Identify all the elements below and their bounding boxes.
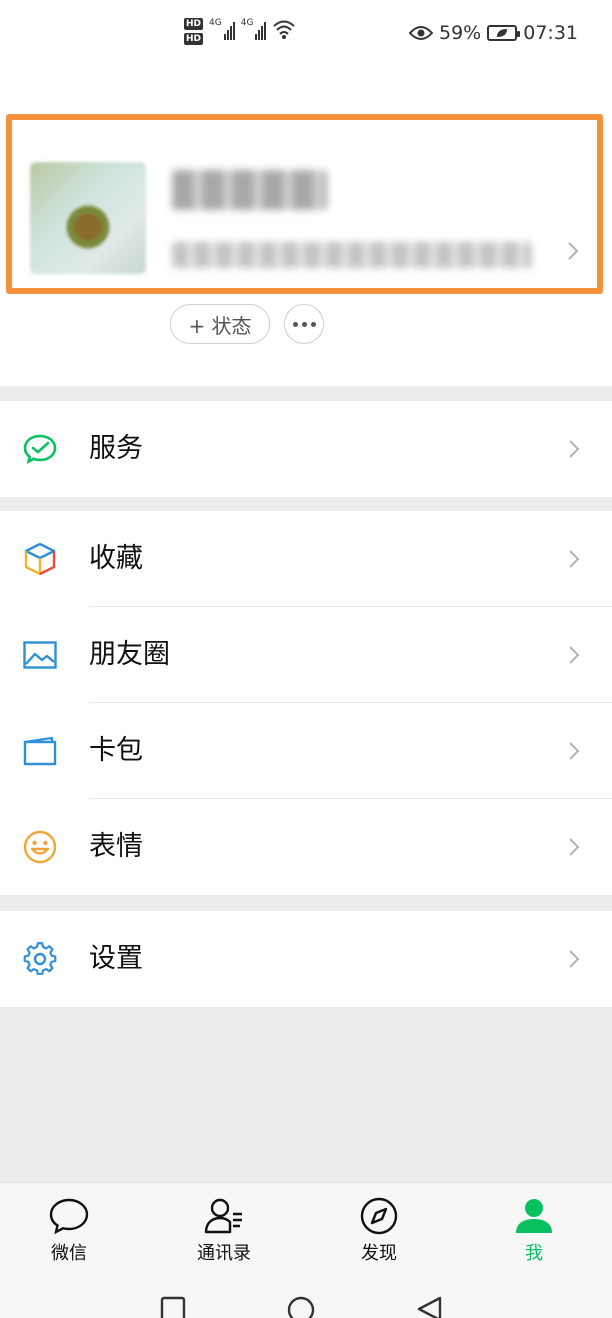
- bottom-tab-bar: 微信 通讯录 发现 我: [0, 1182, 612, 1278]
- hd-badge: HD: [184, 18, 204, 30]
- image-icon: [23, 641, 57, 669]
- menu-item-label: 服务: [89, 433, 143, 464]
- chevron-right-icon: [569, 950, 580, 968]
- home-icon[interactable]: [287, 1296, 315, 1318]
- chevron-right-icon: [569, 838, 580, 856]
- compass-icon: [360, 1197, 398, 1235]
- signal-label: 4G: [240, 18, 254, 28]
- settings-section: 设置: [0, 911, 612, 1007]
- clock: 07:31: [523, 22, 578, 44]
- system-nav-bar: [0, 1278, 612, 1318]
- person-icon: [516, 1199, 552, 1233]
- signal-icon: 4G: [209, 18, 235, 40]
- status-right: 59% 07:31: [409, 22, 578, 44]
- wechat-pay-icon: [23, 434, 57, 464]
- features-section: 收藏 朋友圈 卡包 表情: [0, 511, 612, 895]
- eye-icon: [409, 26, 433, 40]
- recent-apps-icon[interactable]: [160, 1296, 186, 1318]
- menu-item-label: 表情: [89, 831, 143, 862]
- add-status-button[interactable]: + 状态: [170, 304, 270, 344]
- chevron-right-icon: [569, 646, 580, 664]
- menu-item-settings[interactable]: 设置: [0, 911, 612, 1007]
- chat-bubble-icon: [49, 1198, 89, 1235]
- profile-header: + 状态: [0, 70, 612, 386]
- menu-item-label: 收藏: [89, 543, 143, 574]
- tab-label: 微信: [51, 1243, 87, 1264]
- tab-me[interactable]: 我: [484, 1195, 584, 1265]
- menu-item-label: 设置: [89, 943, 143, 974]
- wallet-icon: [23, 736, 57, 766]
- tab-contacts[interactable]: 通讯录: [174, 1195, 274, 1265]
- services-section: 服务: [0, 401, 612, 497]
- signal-icon: 4G: [241, 18, 267, 40]
- menu-item-stickers[interactable]: 表情: [0, 799, 612, 895]
- tab-chats[interactable]: 微信: [19, 1195, 119, 1265]
- avatar[interactable]: [30, 162, 146, 274]
- tab-label: 发现: [361, 1243, 397, 1264]
- signal-label: 4G: [209, 18, 222, 28]
- tab-label: 通讯录: [197, 1243, 251, 1264]
- menu-item-label: 卡包: [89, 735, 143, 766]
- menu-item-favorites[interactable]: 收藏: [0, 511, 612, 607]
- contacts-icon: [204, 1198, 242, 1234]
- cube-icon: [24, 542, 56, 576]
- menu-item-services[interactable]: 服务: [0, 401, 612, 497]
- status-left: HD HD 4G 4G: [184, 18, 296, 45]
- menu-item-label: 朋友圈: [89, 639, 170, 670]
- battery-percent: 59%: [439, 22, 482, 44]
- battery-icon: [487, 25, 521, 41]
- gear-icon: [23, 942, 57, 975]
- chevron-right-icon[interactable]: [566, 240, 580, 262]
- smiley-icon: [23, 830, 57, 864]
- hd-icon: HD HD: [184, 18, 204, 45]
- more-button[interactable]: [284, 304, 324, 344]
- menu-item-moments[interactable]: 朋友圈: [0, 607, 612, 703]
- back-icon[interactable]: [416, 1296, 442, 1318]
- tab-discover[interactable]: 发现: [329, 1195, 429, 1265]
- profile-name-redacted: [172, 170, 327, 210]
- profile-actions: + 状态: [170, 304, 324, 344]
- status-bar: HD HD 4G 4G 59% 07:31: [0, 0, 612, 70]
- chevron-right-icon: [569, 440, 580, 458]
- chevron-right-icon: [569, 550, 580, 568]
- menu-item-cards[interactable]: 卡包: [0, 703, 612, 799]
- add-status-label: + 状态: [188, 313, 252, 338]
- wifi-icon: [273, 20, 296, 39]
- profile-id-redacted[interactable]: [172, 242, 532, 268]
- hd-badge: HD: [184, 33, 204, 45]
- chevron-right-icon: [569, 742, 580, 760]
- tab-label: 我: [525, 1243, 543, 1264]
- more-dots-icon: [292, 321, 316, 327]
